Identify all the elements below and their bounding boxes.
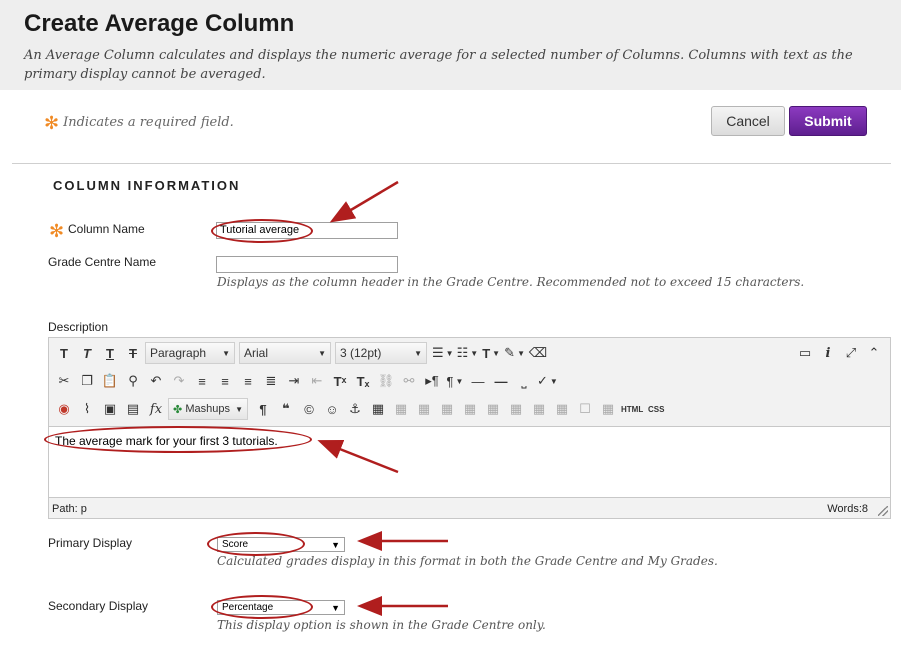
annotation-arrows: [317, 180, 448, 616]
annotation-arrow: [317, 440, 399, 474]
annotation-arrow: [329, 180, 399, 223]
